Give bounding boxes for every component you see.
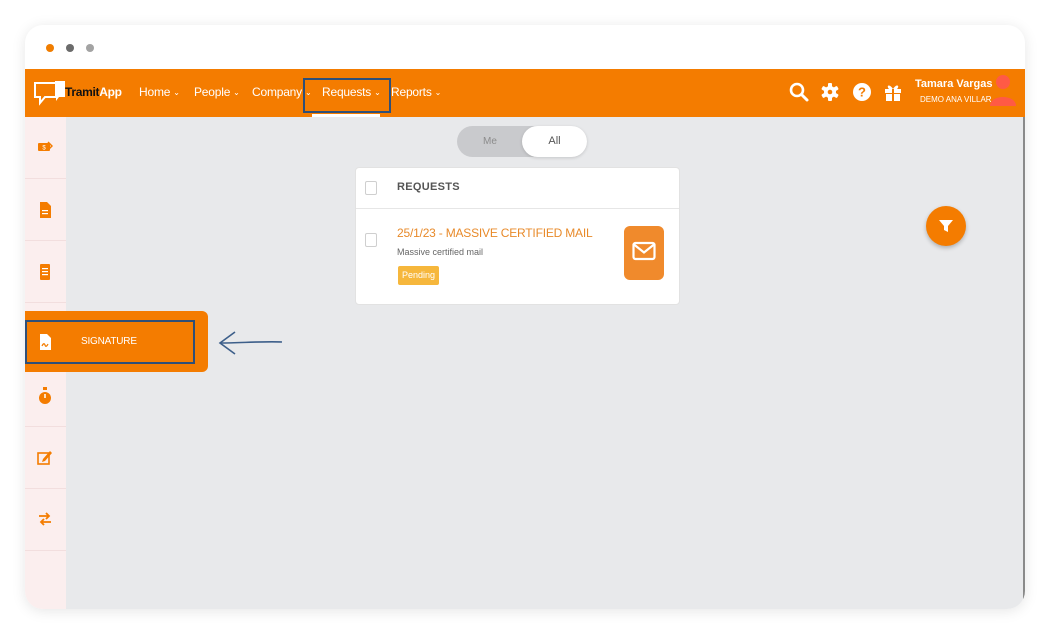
edit-icon (37, 451, 52, 465)
request-title[interactable]: 25/1/23 - MASSIVE CERTIFIED MAIL (397, 226, 593, 240)
gift-icon[interactable] (882, 81, 904, 103)
nav-reports[interactable]: Reports ⌄ (391, 85, 441, 99)
nav-people[interactable]: People ⌄ (194, 85, 240, 99)
requests-highlight-box (303, 78, 391, 113)
sidebar-item-expenses[interactable]: $ (25, 117, 66, 179)
filter-button[interactable] (926, 206, 966, 246)
main-content: Me All REQUESTS 25/1/23 - MASSIVE CERTIF… (66, 117, 1024, 609)
settings-icon[interactable] (819, 81, 841, 103)
select-all-checkbox[interactable] (365, 181, 377, 195)
request-checkbox[interactable] (365, 233, 377, 247)
window-chrome (25, 25, 1025, 69)
sidebar-item-transfers[interactable] (25, 489, 66, 551)
user-name[interactable]: Tamara Vargas (915, 78, 992, 90)
chevron-down-icon: ⌄ (434, 88, 442, 97)
toggle-me-option[interactable]: Me (457, 126, 523, 157)
request-subtitle: Massive certified mail (397, 247, 484, 257)
requests-card: REQUESTS 25/1/23 - MASSIVE CERTIFIED MAI… (355, 167, 680, 305)
nav-home[interactable]: Home ⌄ (139, 85, 180, 99)
document-icon (40, 202, 51, 218)
expense-icon: $ (38, 141, 53, 152)
envelope-icon (632, 241, 656, 261)
app-logo[interactable]: TramitApp (33, 77, 125, 109)
sidebar-item-documents[interactable] (25, 179, 66, 241)
top-navbar: TramitApp Home ⌄ People ⌄ Company ⌄ Request… (25, 69, 1025, 117)
toggle-all-option[interactable]: All (522, 126, 587, 157)
pointer-arrow-icon (218, 331, 283, 355)
logo-speech-icon (34, 81, 65, 106)
filter-icon (939, 220, 953, 232)
user-avatar[interactable] (988, 72, 1018, 110)
browser-window: TramitApp Home ⌄ People ⌄ Company ⌄ Request… (25, 25, 1025, 609)
help-icon[interactable]: ? (851, 81, 873, 103)
request-type-button[interactable] (624, 226, 664, 280)
requests-card-header: REQUESTS (356, 168, 679, 209)
chevron-down-icon: ⌄ (173, 88, 180, 97)
window-dot-dark (66, 44, 74, 52)
search-icon[interactable] (788, 81, 810, 103)
list-document-icon (40, 264, 50, 280)
me-all-toggle: Me All (457, 126, 587, 157)
brand-name: TramitApp (65, 85, 122, 99)
window-dot-orange (46, 44, 54, 52)
status-badge: Pending (398, 266, 440, 285)
signature-highlight-box (25, 320, 195, 364)
user-company: DEMO ANA VILLAR (920, 95, 992, 104)
scroll-edge (1023, 117, 1025, 609)
requests-card-title: REQUESTS (397, 181, 460, 193)
svg-text:?: ? (858, 85, 866, 100)
window-dot-light (86, 44, 94, 52)
sidebar-item-edit[interactable] (25, 427, 66, 489)
sidebar-item-list-documents[interactable] (25, 241, 66, 303)
transfer-icon (39, 512, 51, 526)
chevron-down-icon: ⌄ (233, 88, 240, 97)
sidebar-item-time-tracking[interactable] (25, 365, 66, 427)
stopwatch-icon (39, 387, 51, 404)
